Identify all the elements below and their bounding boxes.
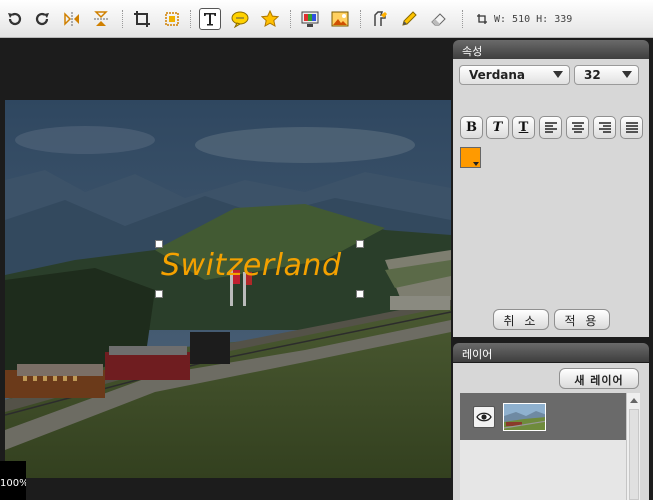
layer-list-scrollbar[interactable] bbox=[626, 393, 640, 500]
eraser-button[interactable] bbox=[428, 8, 450, 30]
font-family-select[interactable]: Verdana bbox=[459, 65, 570, 85]
color-adjust-button[interactable] bbox=[299, 8, 321, 30]
align-right-button[interactable] bbox=[593, 116, 616, 139]
crop-button[interactable] bbox=[131, 8, 153, 30]
new-layer-button[interactable]: 새 레이어 bbox=[559, 368, 639, 389]
text-tool-button[interactable] bbox=[199, 8, 221, 30]
brush-icon bbox=[374, 11, 387, 26]
align-left-icon bbox=[544, 121, 557, 133]
resize-handle-top-right[interactable] bbox=[356, 240, 364, 248]
font-family-value: Verdana bbox=[469, 68, 526, 82]
italic-label: T bbox=[492, 120, 503, 135]
layer-row[interactable] bbox=[460, 393, 626, 440]
underline-button[interactable]: T bbox=[512, 116, 535, 139]
apply-button[interactable]: 적 용 bbox=[554, 309, 610, 330]
text-color-picker[interactable] bbox=[460, 147, 481, 168]
flip-horizontal-icon bbox=[64, 12, 79, 26]
italic-button[interactable]: T bbox=[486, 116, 509, 139]
bold-label: B bbox=[466, 120, 477, 135]
properties-panel-title: 속성 bbox=[453, 40, 649, 59]
right-sidebar: 속성 Verdana 32 B T T 취 소 적 용 레이어 새 레이어 bbox=[451, 39, 653, 500]
resize-handle-bottom-left[interactable] bbox=[155, 290, 163, 298]
resize-button[interactable] bbox=[161, 8, 183, 30]
layers-panel: 새 레이어 bbox=[453, 363, 649, 500]
speech-bubble-icon bbox=[231, 11, 249, 28]
align-center-icon bbox=[571, 121, 584, 133]
align-center-button[interactable] bbox=[566, 116, 589, 139]
crop-icon bbox=[134, 11, 150, 27]
text-object-content: Switzerland bbox=[161, 248, 342, 283]
layer-thumbnail-image bbox=[504, 404, 545, 430]
resize-icon bbox=[165, 12, 179, 26]
canvas-size-icon bbox=[477, 14, 487, 24]
chevron-down-icon bbox=[622, 71, 632, 78]
align-justify-button[interactable] bbox=[620, 116, 643, 139]
layer-visibility-toggle[interactable] bbox=[473, 406, 495, 428]
undo-button[interactable] bbox=[4, 8, 26, 30]
align-justify-icon bbox=[625, 121, 638, 133]
color-adjust-icon bbox=[301, 11, 319, 27]
scroll-up-icon[interactable] bbox=[630, 398, 638, 403]
image-filter-button[interactable] bbox=[329, 8, 351, 30]
flip-horizontal-button[interactable] bbox=[61, 8, 83, 30]
align-left-button[interactable] bbox=[539, 116, 562, 139]
toolbar: W: 510 H: 339 bbox=[0, 0, 653, 38]
scrollbar-thumb[interactable] bbox=[629, 409, 639, 500]
star-icon bbox=[261, 10, 279, 27]
layer-list bbox=[460, 393, 626, 500]
align-right-icon bbox=[598, 121, 611, 133]
dropdown-triangle-icon bbox=[473, 162, 479, 166]
speech-bubble-button[interactable] bbox=[229, 8, 251, 30]
canvas-area[interactable]: Switzerland 100% bbox=[0, 39, 451, 500]
pencil-icon bbox=[402, 11, 417, 26]
canvas-size-readout: W: 510 H: 339 bbox=[476, 12, 572, 26]
undo-icon bbox=[8, 12, 22, 26]
canvas-size-label: W: 510 H: 339 bbox=[494, 13, 573, 25]
star-button[interactable] bbox=[259, 8, 281, 30]
properties-panel: Verdana 32 B T T 취 소 적 용 bbox=[453, 59, 649, 337]
eye-icon bbox=[476, 412, 492, 422]
chevron-down-icon bbox=[553, 71, 563, 78]
layers-panel-title: 레이어 bbox=[453, 343, 649, 362]
redo-button[interactable] bbox=[31, 8, 53, 30]
zoom-level: 100% bbox=[0, 461, 26, 500]
eraser-icon bbox=[431, 13, 446, 26]
text-object[interactable]: Switzerland bbox=[155, 240, 364, 298]
flip-vertical-button[interactable] bbox=[90, 8, 112, 30]
underline-label: T bbox=[518, 120, 529, 135]
layer-thumbnail bbox=[503, 403, 546, 431]
pencil-button[interactable] bbox=[398, 8, 420, 30]
resize-handle-bottom-right[interactable] bbox=[356, 290, 364, 298]
redo-icon bbox=[35, 12, 49, 26]
font-size-select[interactable]: 32 bbox=[574, 65, 639, 85]
flip-vertical-icon bbox=[94, 11, 108, 26]
cancel-button[interactable]: 취 소 bbox=[493, 309, 549, 330]
text-tool-icon bbox=[204, 13, 216, 26]
font-size-value: 32 bbox=[584, 68, 601, 82]
image-filter-icon bbox=[331, 11, 349, 27]
bold-button[interactable]: B bbox=[460, 116, 483, 139]
resize-handle-top-left[interactable] bbox=[155, 240, 163, 248]
brush-button[interactable] bbox=[369, 8, 391, 30]
